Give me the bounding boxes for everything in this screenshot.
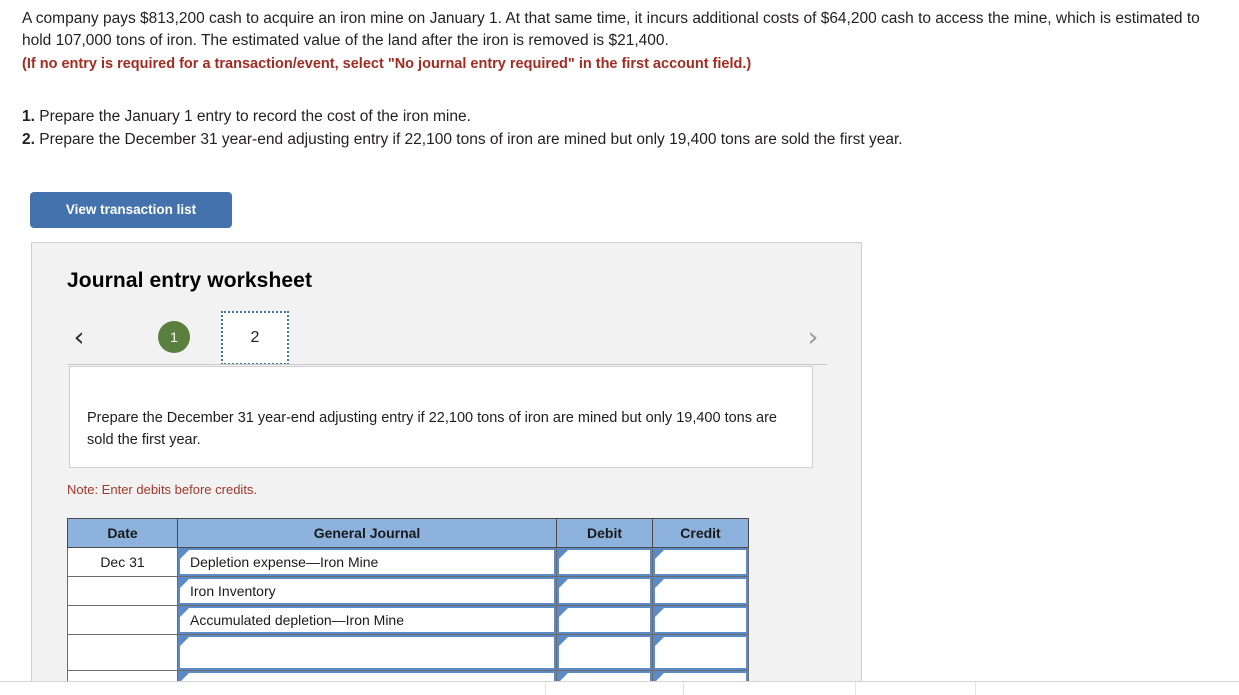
dropdown-corner-icon — [559, 608, 568, 617]
table-row: Dec 31 Depletion expense—Iron Mine — [67, 547, 749, 577]
credit-input-1[interactable] — [652, 547, 749, 577]
dropdown-corner-icon — [559, 550, 568, 559]
viewport-bottom-strip — [0, 682, 1239, 695]
journal-entry-worksheet-panel: Journal entry worksheet ‹ 1 2 › Prepare … — [31, 242, 862, 682]
dropdown-corner-icon — [655, 637, 664, 646]
step-text: Prepare the January 1 entry to record th… — [39, 108, 471, 125]
step-number: 1. — [22, 108, 35, 125]
step-item: 2. Prepare the December 31 year-end adju… — [22, 128, 1202, 151]
dropdown-corner-icon — [180, 550, 189, 559]
account-select-2[interactable]: Iron Inventory — [177, 576, 557, 606]
worksheet-title: Journal entry worksheet — [67, 269, 313, 292]
table-row — [67, 634, 749, 671]
table-row: Iron Inventory — [67, 576, 749, 606]
cell-date — [67, 605, 178, 635]
dropdown-corner-icon — [655, 550, 664, 559]
problem-paragraph: A company pays $813,200 cash to acquire … — [22, 10, 1200, 49]
dropdown-corner-icon — [180, 608, 189, 617]
column-header-credit: Credit — [652, 518, 749, 548]
dropdown-corner-icon — [180, 637, 189, 646]
tab-entry-1[interactable]: 1 — [158, 321, 190, 353]
debit-input-4[interactable] — [556, 634, 653, 671]
tab-entry-2[interactable]: 2 — [221, 311, 289, 365]
bottom-strip-tick — [855, 682, 856, 695]
table-header-row: Date General Journal Debit Credit — [67, 518, 749, 548]
dropdown-corner-icon — [180, 579, 189, 588]
problem-bold-note: (If no entry is required for a transacti… — [22, 56, 752, 72]
account-select-1[interactable]: Depletion expense—Iron Mine — [177, 547, 557, 577]
cell-date — [67, 576, 178, 606]
account-value: Accumulated depletion—Iron Mine — [190, 612, 405, 628]
view-transaction-list-button[interactable]: View transaction list — [30, 192, 232, 228]
account-select-4[interactable] — [177, 634, 557, 671]
credit-input-3[interactable] — [652, 605, 749, 635]
worksheet-prompt-box: Prepare the December 31 year-end adjusti… — [69, 366, 813, 468]
account-value: Iron Inventory — [190, 583, 276, 599]
journal-entry-table: Date General Journal Debit Credit Dec 31… — [67, 518, 749, 682]
problem-statement: A company pays $813,200 cash to acquire … — [22, 8, 1202, 75]
step-text: Prepare the December 31 year-end adjusti… — [39, 131, 903, 148]
column-header-debit: Debit — [556, 518, 653, 548]
tabstrip-divider — [67, 364, 827, 365]
column-header-date: Date — [67, 518, 178, 548]
bottom-strip-tick — [975, 682, 976, 695]
cell-date: Dec 31 — [67, 547, 178, 577]
cell-date — [67, 634, 178, 671]
step-number: 2. — [22, 131, 35, 148]
chevron-left-icon[interactable]: ‹ — [66, 324, 92, 353]
column-header-general-journal: General Journal — [177, 518, 557, 548]
credit-input-2[interactable] — [652, 576, 749, 606]
worksheet-prompt-text: Prepare the December 31 year-end adjusti… — [87, 410, 777, 448]
debit-input-2[interactable] — [556, 576, 653, 606]
dropdown-corner-icon — [559, 579, 568, 588]
debit-input-3[interactable] — [556, 605, 653, 635]
table-row: Accumulated depletion—Iron Mine — [67, 605, 749, 635]
worksheet-tabstrip: ‹ 1 2 › — [32, 311, 861, 365]
bottom-strip-tick — [683, 682, 684, 695]
debit-input-1[interactable] — [556, 547, 653, 577]
account-value: Depletion expense—Iron Mine — [190, 554, 379, 570]
debits-before-credits-note: Note: Enter debits before credits. — [67, 482, 258, 497]
dropdown-corner-icon — [559, 637, 568, 646]
problem-steps: 1. Prepare the January 1 entry to record… — [22, 105, 1202, 151]
chevron-right-icon[interactable]: › — [800, 324, 826, 353]
step-item: 1. Prepare the January 1 entry to record… — [22, 105, 1202, 128]
page-root: A company pays $813,200 cash to acquire … — [0, 0, 1239, 695]
account-select-3[interactable]: Accumulated depletion—Iron Mine — [177, 605, 557, 635]
dropdown-corner-icon — [655, 579, 664, 588]
bottom-strip-tick — [545, 682, 546, 695]
dropdown-corner-icon — [655, 608, 664, 617]
credit-input-4[interactable] — [652, 634, 749, 671]
